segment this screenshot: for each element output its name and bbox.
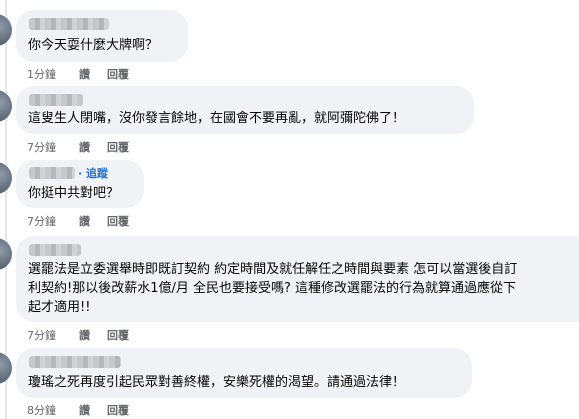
reply-button[interactable]: 回覆 [107,139,129,155]
like-button[interactable]: 讚 [79,66,90,82]
reply-button[interactable]: 回覆 [107,327,129,343]
comment-time[interactable]: 7分鐘 [27,327,56,343]
comment-text: 這叟生人閉嘴，沒你發言餘地，在國會不要再亂，就阿彌陀佛了！ [28,111,406,126]
comment-bubble: 選罷法是立委選舉時即既訂契約 約定時間及就任解任之時間與要素 怎可以當選後自訂 … [16,236,579,322]
like-button[interactable]: 讚 [79,139,90,155]
comment-time[interactable]: 7分鐘 [27,213,56,229]
comment-text: 你挺中共對吧？ [28,186,120,201]
author-name-redacted[interactable] [29,244,81,256]
avatar[interactable] [0,90,12,122]
reply-button[interactable]: 回覆 [107,213,129,229]
comment-time[interactable]: 1分鐘 [27,66,56,82]
avatar[interactable] [0,238,12,270]
comment-text: 你今天耍什麼大牌啊？ [28,38,159,53]
author-name-redacted[interactable] [29,356,121,368]
avatar[interactable] [0,352,12,384]
comment-time[interactable]: 7分鐘 [27,139,56,155]
reply-button[interactable]: 回覆 [107,66,129,82]
avatar[interactable] [0,14,12,46]
avatar[interactable] [0,162,12,194]
author-name-redacted[interactable] [29,18,109,30]
follow-link[interactable]: · 追蹤 [78,165,108,181]
comment-text-line: 利契約!那以後改薪水1億/月 全民也要接受嗎? 這種修改選罷法的行為就算通過應從… [28,281,517,296]
author-name-redacted[interactable] [29,94,83,106]
comment-bubble: 你今天耍什麼大牌啊？ [16,10,188,62]
like-button[interactable]: 讚 [79,402,90,418]
comment-time[interactable]: 8分鐘 [27,402,56,418]
follow-label[interactable]: 追蹤 [86,167,108,180]
comment-text-line: 起才適用!! [28,300,91,315]
comment-bubble: 這叟生人閉嘴，沒你發言餘地，在國會不要再亂，就阿彌陀佛了！ [16,86,474,134]
reply-button[interactable]: 回覆 [107,402,129,418]
comment-bubble: · 追蹤 你挺中共對吧？ [16,160,144,208]
author-name-redacted[interactable] [29,167,75,179]
like-button[interactable]: 讚 [79,327,90,343]
comment-text-line: 選罷法是立委選舉時即既訂契約 約定時間及就任解任之時間與要素 怎可以當選後自訂 [28,262,518,277]
comment-text: 瓊瑤之死再度引起民眾對善終權，安樂死權的渴望。請通過法律！ [28,375,406,390]
like-button[interactable]: 讚 [79,213,90,229]
comment-bubble: 瓊瑤之死再度引起民眾對善終權，安樂死權的渴望。請通過法律！ [16,348,472,398]
